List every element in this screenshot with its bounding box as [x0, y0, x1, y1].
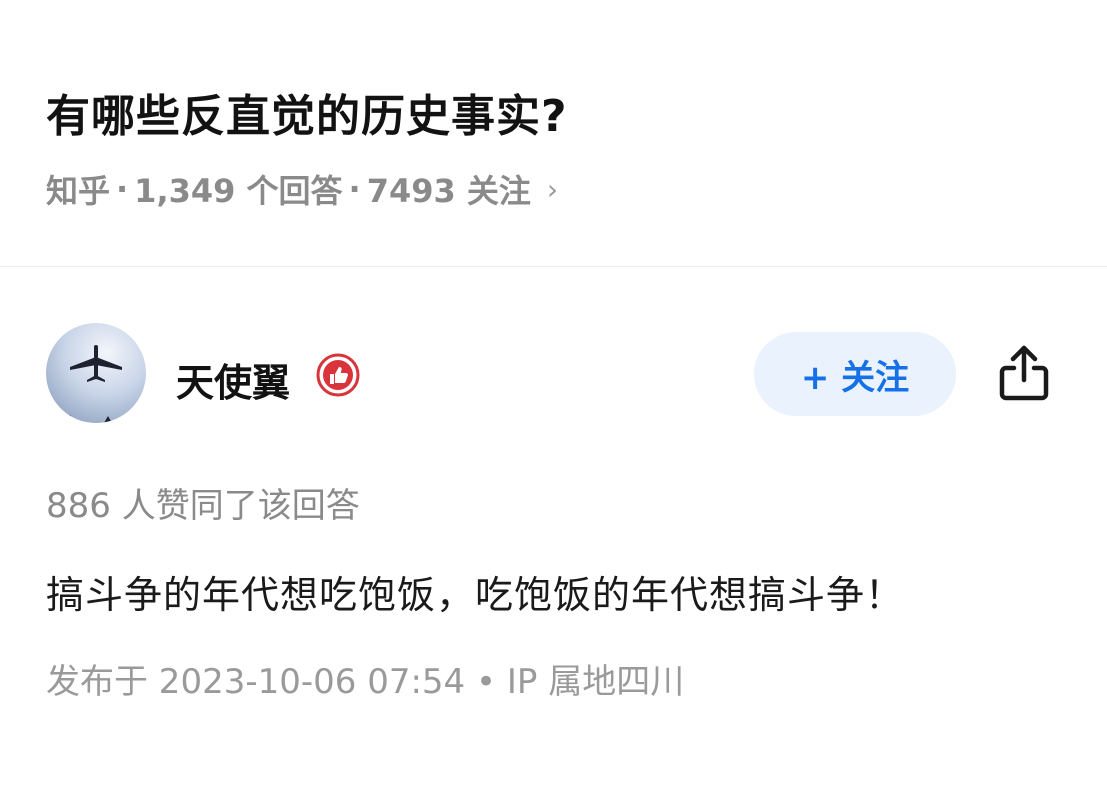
chevron-right-icon[interactable]: ›: [547, 173, 558, 206]
follow-button[interactable]: + 关注: [754, 332, 956, 416]
author-name[interactable]: 天使翼: [176, 352, 290, 407]
upvote-count: 886 人赞同了该回答: [46, 486, 360, 526]
source-label: 知乎: [46, 172, 111, 210]
thumbs-up-badge-icon: [316, 353, 360, 397]
follower-count: 7493 关注: [366, 172, 531, 210]
section-divider: [0, 266, 1107, 267]
avatar[interactable]: [46, 323, 146, 423]
airplane-avatar-icon: [52, 345, 122, 423]
publish-info: 发布于 2023-10-06 07:54 • IP 属地四川: [46, 662, 685, 702]
answer-content[interactable]: 搞斗争的年代想吃饱饭，吃饱饭的年代想搞斗争！: [46, 564, 904, 619]
question-meta[interactable]: 知乎 · 1,349 个回答 · 7493 关注 ›: [46, 166, 558, 212]
answer-count: 1,349 个回答: [134, 172, 343, 210]
question-title: 有哪些反直觉的历史事实?: [46, 91, 568, 142]
meta-separator: ·: [348, 170, 361, 208]
meta-separator: ·: [116, 170, 129, 208]
share-icon[interactable]: [996, 342, 1052, 404]
